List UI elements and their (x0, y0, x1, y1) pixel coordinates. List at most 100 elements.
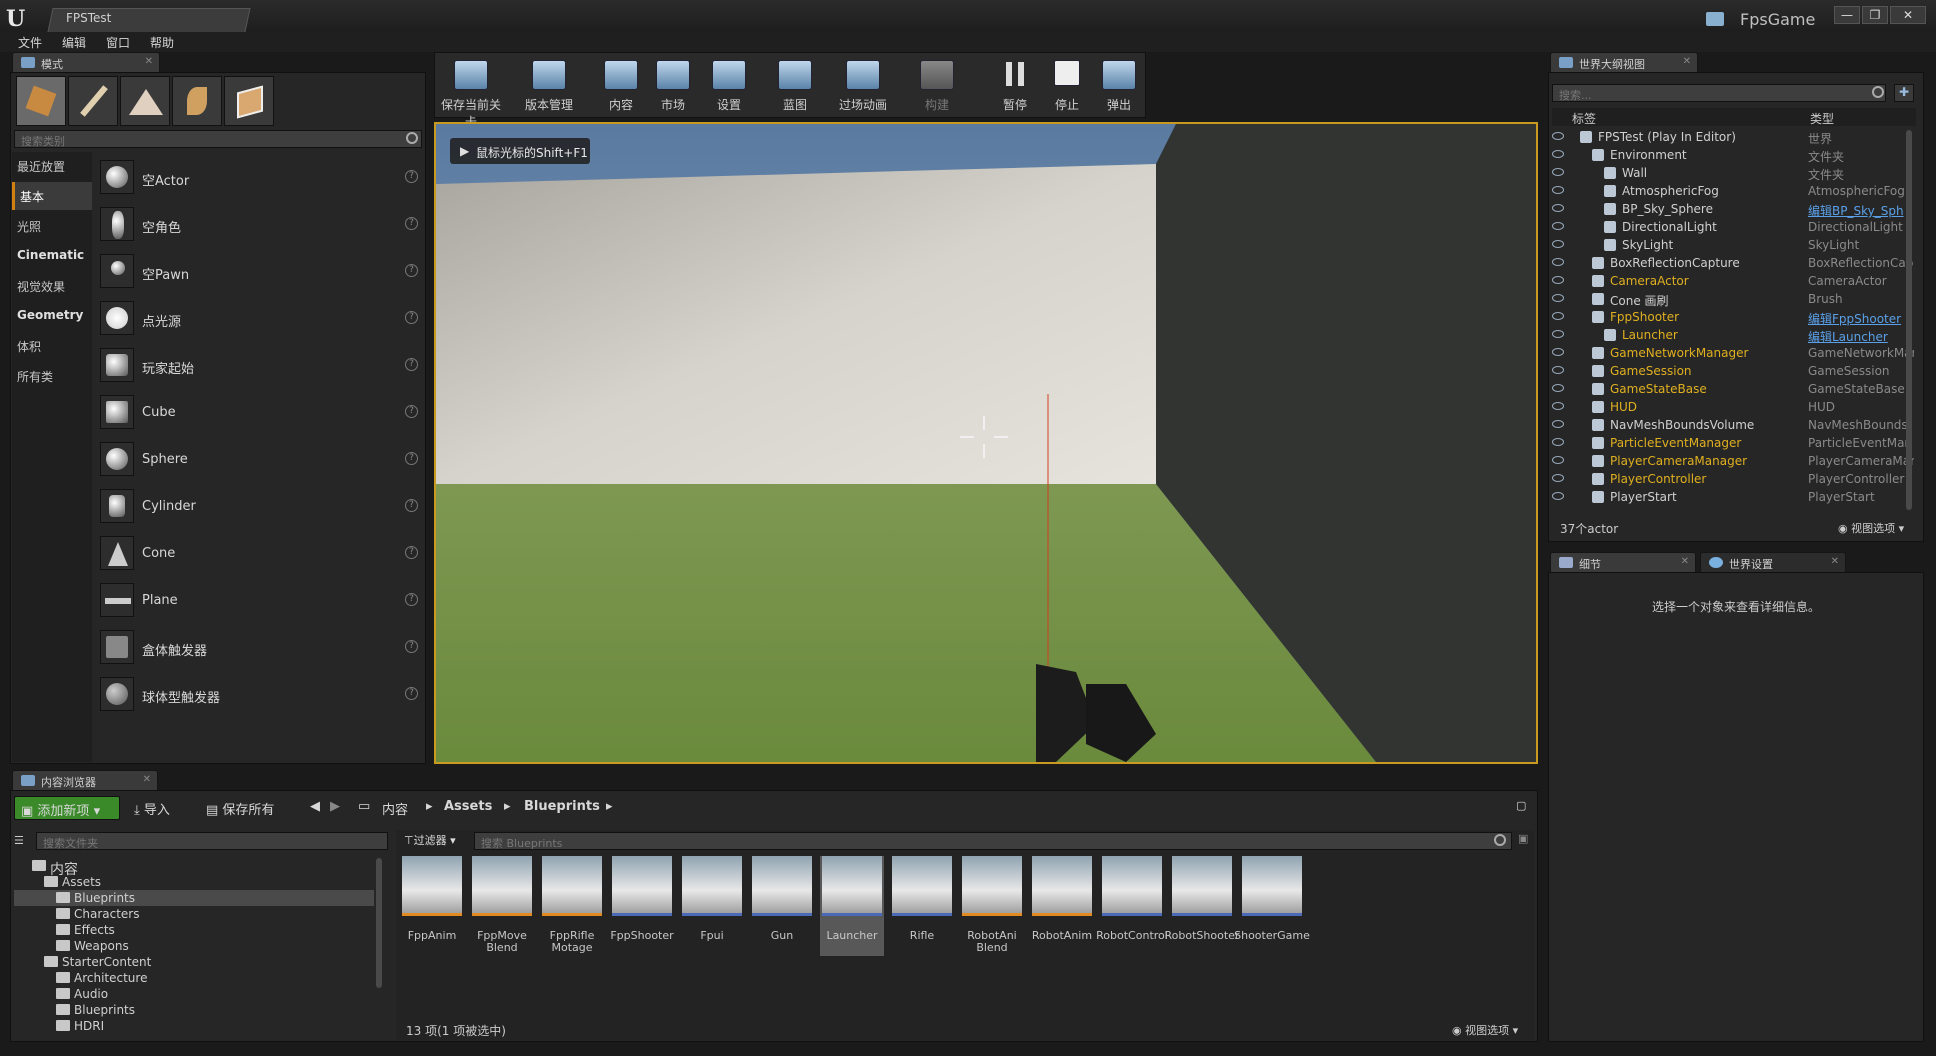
asset-tile[interactable]: FppMove Blend (470, 856, 534, 956)
help-icon[interactable]: ? (405, 452, 418, 465)
outliner-row[interactable]: PlayerController PlayerController (1552, 470, 1916, 488)
source-control-button[interactable]: 版本管理 (518, 56, 580, 114)
filters-button[interactable]: ⊤过滤器 ▾ (404, 832, 456, 848)
outliner-row-type[interactable]: 编辑BP_Sky_Sph (1808, 202, 1914, 219)
visibility-eye-icon[interactable] (1552, 402, 1564, 410)
help-icon[interactable]: ? (405, 593, 418, 606)
visibility-eye-icon[interactable] (1552, 312, 1564, 320)
menu-file[interactable]: 文件 (18, 34, 42, 51)
asset-tile[interactable]: RobotShooter (1165, 856, 1239, 956)
visibility-eye-icon[interactable] (1552, 168, 1564, 176)
level-viewport[interactable] (434, 122, 1538, 764)
asset-search-input[interactable]: 搜索 Blueprints (474, 832, 1512, 850)
folder-search-input[interactable]: 搜索文件夹 (36, 832, 388, 850)
place-item[interactable]: 盒体触发器? (98, 626, 422, 670)
place-item[interactable]: Sphere? (98, 438, 422, 482)
tab-world-settings[interactable]: 世界设置 ✕ (1700, 552, 1846, 572)
maximize-button[interactable]: ❐ (1862, 6, 1888, 24)
outliner-row-type[interactable]: 编辑FppShooter (1808, 310, 1914, 327)
outliner-row[interactable]: FppShooter 编辑FppShooter (1552, 308, 1916, 326)
visibility-eye-icon[interactable] (1552, 384, 1564, 392)
place-item[interactable]: 球体型触发器? (98, 673, 422, 717)
outliner-row[interactable]: ParticleEventManager ParticleEventMan (1552, 434, 1916, 452)
asset-tile[interactable]: ShooterGame (1234, 856, 1310, 956)
folder-tree-item[interactable]: Blueprints (14, 890, 374, 906)
outliner-row[interactable]: HUD HUD (1552, 398, 1916, 416)
tab-world-outliner[interactable]: 世界大纲视图 ✕ (1550, 52, 1698, 72)
path-assets[interactable]: Assets (438, 796, 498, 820)
mode-place-button[interactable] (16, 76, 66, 126)
asset-tile[interactable]: FppRifle Motage (540, 856, 604, 956)
import-button[interactable]: ⤓ 导入 (128, 796, 176, 820)
outliner-row[interactable]: PlayerCameraManager PlayerCameraMar (1552, 452, 1916, 470)
category-recent[interactable]: 最近放置 (12, 152, 92, 180)
category-visual-effects[interactable]: 视觉效果 (12, 272, 92, 300)
visibility-eye-icon[interactable] (1552, 474, 1564, 482)
outliner-row[interactable]: Launcher 编辑Launcher (1552, 326, 1916, 344)
place-item[interactable]: 空Pawn? (98, 250, 422, 294)
outliner-row[interactable]: BoxReflectionCapture BoxReflectionCap (1552, 254, 1916, 272)
build-button[interactable]: 构建 (906, 56, 968, 114)
asset-tile[interactable]: FppAnim (400, 856, 464, 956)
folder-tree-item[interactable]: HDRI (14, 1018, 374, 1034)
mode-paint-button[interactable] (68, 76, 118, 126)
help-icon[interactable]: ? (405, 546, 418, 559)
mode-geometry-button[interactable] (224, 76, 274, 126)
help-icon[interactable]: ? (405, 217, 418, 230)
marketplace-button[interactable]: 市场 (642, 56, 704, 114)
label-column-header[interactable]: 标签 (1572, 110, 1596, 127)
cinematics-button[interactable]: 过场动画 (832, 56, 894, 114)
asset-tile[interactable]: FppShooter (610, 856, 674, 956)
mode-landscape-button[interactable] (120, 76, 170, 126)
folder-tree-item[interactable]: Weapons (14, 938, 374, 954)
visibility-eye-icon[interactable] (1552, 132, 1564, 140)
outliner-row[interactable]: AtmosphericFog AtmosphericFog (1552, 182, 1916, 200)
visibility-eye-icon[interactable] (1552, 276, 1564, 284)
help-icon[interactable]: ? (405, 264, 418, 277)
help-icon[interactable]: ? (405, 499, 418, 512)
outliner-row[interactable]: PlayerStart PlayerStart (1552, 488, 1916, 506)
outliner-row[interactable]: GameNetworkManager GameNetworkMar (1552, 344, 1916, 362)
visibility-eye-icon[interactable] (1552, 438, 1564, 446)
outliner-row-type[interactable]: 编辑Launcher (1808, 328, 1914, 345)
outliner-row[interactable]: GameStateBase GameStateBase (1552, 380, 1916, 398)
place-item[interactable]: Cylinder? (98, 485, 422, 529)
folder-tree-item[interactable]: Effects (14, 922, 374, 938)
folder-tree-item[interactable]: Blueprints (14, 1002, 374, 1018)
visibility-eye-icon[interactable] (1552, 204, 1564, 212)
folder-tree-item[interactable]: StarterContent (14, 954, 374, 970)
outliner-row[interactable]: FPSTest (Play In Editor) 世界 (1552, 128, 1916, 146)
asset-tile[interactable]: Fpui (680, 856, 744, 956)
menu-edit[interactable]: 编辑 (62, 34, 86, 51)
outliner-row[interactable]: CameraActor CameraActor (1552, 272, 1916, 290)
help-icon[interactable]: ? (405, 311, 418, 324)
blueprints-button[interactable]: 蓝图 (764, 56, 826, 114)
save-search-icon[interactable]: ▣ (1518, 832, 1528, 845)
visibility-eye-icon[interactable] (1552, 222, 1564, 230)
settings-button[interactable]: 设置 (698, 56, 760, 114)
place-item[interactable]: 空Actor? (98, 156, 422, 200)
outliner-row[interactable]: GameSession GameSession (1552, 362, 1916, 380)
help-icon[interactable]: ? (405, 405, 418, 418)
visibility-eye-icon[interactable] (1552, 420, 1564, 428)
outliner-view-options[interactable]: ◉ 视图选项 ▾ (1838, 520, 1904, 536)
place-item[interactable]: Cube? (98, 391, 422, 435)
outliner-row[interactable]: Environment 文件夹 (1552, 146, 1916, 164)
close-icon[interactable]: ✕ (1681, 556, 1689, 567)
visibility-eye-icon[interactable] (1552, 150, 1564, 158)
category-geometry[interactable]: Geometry (12, 302, 92, 330)
folder-tree-toggle-icon[interactable]: ☰ (14, 834, 24, 847)
place-item[interactable]: Cone? (98, 532, 422, 576)
outliner-row[interactable]: Cone 画刷 Brush (1552, 290, 1916, 308)
category-volumes[interactable]: 体积 (12, 332, 92, 360)
tab-modes[interactable]: 模式 ✕ (12, 52, 160, 72)
folder-tree-scrollbar[interactable] (376, 858, 382, 988)
outliner-row[interactable]: DirectionalLight DirectionalLight (1552, 218, 1916, 236)
save-all-button[interactable]: ▤ 保存所有 (200, 796, 280, 820)
lock-icon[interactable]: ▢ (1510, 796, 1532, 820)
category-search-input[interactable]: 搜索类别 (14, 130, 422, 148)
asset-tile[interactable]: Launcher (820, 856, 884, 956)
add-new-button[interactable]: ▣ 添加新项 ▾ (14, 796, 120, 820)
visibility-eye-icon[interactable] (1552, 492, 1564, 500)
visibility-eye-icon[interactable] (1552, 240, 1564, 248)
